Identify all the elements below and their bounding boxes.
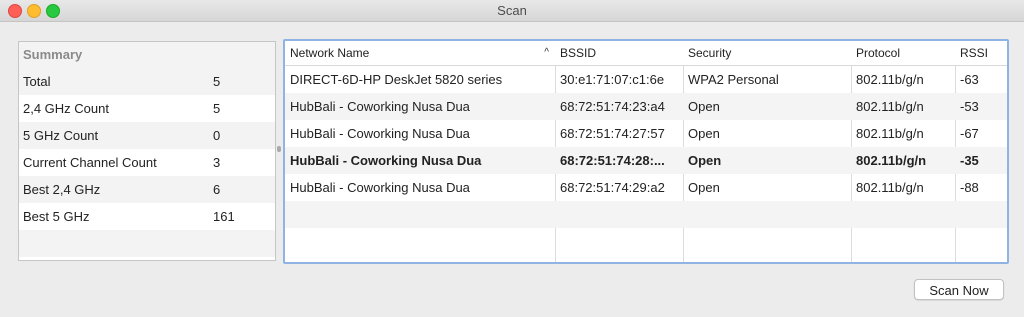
cell-protocol: 802.11b/g/n bbox=[856, 72, 924, 87]
cell-security: Open bbox=[688, 180, 720, 195]
cell-rssi: -35 bbox=[960, 153, 979, 168]
cell-bssid: 68:72:51:74:23:a4 bbox=[560, 99, 665, 114]
column-header-security[interactable]: Security bbox=[683, 41, 851, 65]
table-row-current-network[interactable]: HubBali - Coworking Nusa Dua 68:72:51:74… bbox=[285, 147, 1007, 174]
column-header-network-name[interactable]: Network Name ^ bbox=[285, 41, 555, 65]
summary-label: Current Channel Count bbox=[23, 155, 157, 170]
table-row[interactable]: HubBali - Coworking Nusa Dua 68:72:51:74… bbox=[285, 120, 1007, 147]
cell-bssid: 30:e1:71:07:c1:6e bbox=[560, 72, 665, 87]
table-body: DIRECT-6D-HP DeskJet 5820 series 30:e1:7… bbox=[285, 66, 1007, 255]
column-header-bssid[interactable]: BSSID bbox=[555, 41, 683, 65]
table-row[interactable]: HubBali - Coworking Nusa Dua 68:72:51:74… bbox=[285, 174, 1007, 201]
summary-value: 3 bbox=[213, 155, 221, 170]
summary-value: 161 bbox=[213, 209, 235, 224]
summary-label: Best 5 GHz bbox=[23, 209, 90, 224]
summary-label: 2,4 GHz Count bbox=[23, 101, 109, 116]
table-row-empty bbox=[285, 201, 1007, 228]
cell-network-name: HubBali - Coworking Nusa Dua bbox=[290, 99, 470, 114]
cell-network-name: HubBali - Coworking Nusa Dua bbox=[290, 126, 470, 141]
scan-now-button[interactable]: Scan Now bbox=[914, 279, 1004, 300]
summary-row-24ghz-count: 2,4 GHz Count 5 bbox=[19, 95, 275, 122]
cell-network-name: DIRECT-6D-HP DeskJet 5820 series bbox=[290, 72, 503, 87]
cell-rssi: -88 bbox=[960, 180, 979, 195]
summary-row-empty bbox=[19, 230, 275, 257]
cell-rssi: -67 bbox=[960, 126, 979, 141]
cell-network-name: HubBali - Coworking Nusa Dua bbox=[290, 180, 470, 195]
summary-label: Best 2,4 GHz bbox=[23, 182, 101, 197]
cell-security: Open bbox=[688, 99, 720, 114]
summary-row-total: Total 5 bbox=[19, 68, 275, 95]
summary-value: 0 bbox=[213, 128, 221, 143]
window-title: Scan bbox=[497, 3, 527, 18]
title-bar: Scan bbox=[0, 0, 1024, 22]
table-row-empty bbox=[285, 228, 1007, 255]
column-header-label: Network Name bbox=[290, 46, 370, 60]
column-header-protocol[interactable]: Protocol bbox=[851, 41, 955, 65]
cell-rssi: -53 bbox=[960, 99, 979, 114]
scan-window: Scan Summary Total 5 2,4 GHz Count 5 5 GHz… bbox=[0, 0, 1024, 317]
summary-value: 5 bbox=[213, 101, 221, 116]
cell-bssid: 68:72:51:74:27:57 bbox=[560, 126, 665, 141]
cell-bssid: 68:72:51:74:28:... bbox=[560, 153, 665, 168]
cell-protocol: 802.11b/g/n bbox=[856, 99, 924, 114]
summary-panel: Summary Total 5 2,4 GHz Count 5 5 GHz Coun… bbox=[18, 41, 276, 261]
table-row[interactable]: DIRECT-6D-HP DeskJet 5820 series 30:e1:7… bbox=[285, 66, 1007, 93]
summary-label: 5 GHz Count bbox=[23, 128, 99, 143]
cell-security: Open bbox=[688, 126, 720, 141]
cell-rssi: -63 bbox=[960, 72, 979, 87]
cell-security: WPA2 Personal bbox=[688, 72, 779, 87]
summary-header: Summary bbox=[19, 42, 275, 68]
network-table[interactable]: Network Name ^ BSSID Security Protocol RS… bbox=[283, 39, 1009, 264]
summary-value: 6 bbox=[213, 182, 221, 197]
cell-network-name: HubBali - Coworking Nusa Dua bbox=[290, 153, 482, 168]
table-row[interactable]: HubBali - Coworking Nusa Dua 68:72:51:74… bbox=[285, 93, 1007, 120]
table-header: Network Name ^ BSSID Security Protocol RS… bbox=[285, 41, 1007, 66]
cell-protocol: 802.11b/g/n bbox=[856, 126, 924, 141]
summary-label: Total bbox=[23, 74, 51, 89]
cell-protocol: 802.11b/g/n bbox=[856, 153, 927, 168]
cell-bssid: 68:72:51:74:29:a2 bbox=[560, 180, 665, 195]
summary-row-channel-count: Current Channel Count 3 bbox=[19, 149, 275, 176]
summary-value: 5 bbox=[213, 74, 221, 89]
summary-row-5ghz-count: 5 GHz Count 0 bbox=[19, 122, 275, 149]
split-view-handle[interactable] bbox=[277, 146, 281, 152]
sort-ascending-icon: ^ bbox=[544, 47, 549, 58]
summary-rows: Total 5 2,4 GHz Count 5 5 GHz Count 0 Curre… bbox=[19, 68, 275, 257]
cell-protocol: 802.11b/g/n bbox=[856, 180, 924, 195]
summary-row-best-5ghz: Best 5 GHz 161 bbox=[19, 203, 275, 230]
column-header-rssi[interactable]: RSSI bbox=[955, 41, 1007, 65]
cell-security: Open bbox=[688, 153, 722, 168]
summary-row-best-24ghz: Best 2,4 GHz 6 bbox=[19, 176, 275, 203]
